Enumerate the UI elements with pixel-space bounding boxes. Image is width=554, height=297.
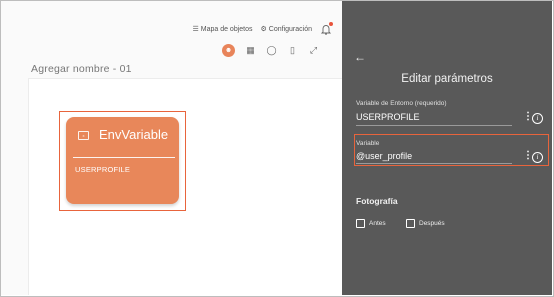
notification-dot	[329, 22, 333, 26]
info-icon[interactable]: i	[532, 113, 543, 124]
top-nav: ☰ Mapa de objetos ⚙ Configuración	[192, 22, 333, 35]
object-map-link[interactable]: ☰ Mapa de objetos	[192, 25, 253, 34]
env-variable-underline	[356, 125, 512, 126]
gear-icon: ⚙	[260, 26, 267, 33]
env-variable-label: Variable de Entorno (requerido)	[356, 100, 447, 107]
node-divider	[73, 157, 175, 158]
comment-icon[interactable]: ◯	[266, 45, 277, 56]
photo-section-title: Fotografía	[356, 196, 398, 206]
panel-title: Editar parámetros	[401, 73, 493, 85]
after-checkbox[interactable]: Después	[406, 219, 445, 228]
after-label: Después	[419, 220, 445, 227]
variable-field-highlight	[354, 134, 549, 166]
list-icon: ☰	[192, 26, 199, 33]
before-checkbox[interactable]: Antes	[356, 219, 386, 228]
robot-icon[interactable]: ☻	[222, 44, 235, 57]
expand-icon[interactable]: ⤢	[308, 45, 319, 56]
before-label: Antes	[369, 220, 386, 227]
grid-icon[interactable]: ▦	[245, 45, 256, 56]
canvas-title: Agregar nombre - 01	[31, 63, 132, 75]
node-title: EnvVariable	[99, 127, 169, 142]
canvas-toolbar: ☻ ▦ ◯ ▯ ⤢	[222, 44, 319, 57]
checkbox-icon[interactable]	[406, 219, 415, 228]
notifications-button[interactable]	[320, 22, 333, 35]
back-arrow-icon[interactable]: ←	[354, 50, 366, 64]
variable-icon: x	[78, 131, 89, 140]
document-icon[interactable]: ▯	[287, 45, 298, 56]
env-variable-input[interactable]: USERPROFILE	[356, 112, 420, 122]
envvariable-node[interactable]: x EnvVariable USERPROFILE	[66, 117, 179, 204]
checkbox-icon[interactable]	[356, 219, 365, 228]
settings-link[interactable]: ⚙ Configuración	[260, 25, 312, 34]
node-value: USERPROFILE	[75, 165, 131, 174]
object-map-label: Mapa de objetos	[200, 25, 253, 33]
settings-label: Configuración	[268, 25, 312, 33]
